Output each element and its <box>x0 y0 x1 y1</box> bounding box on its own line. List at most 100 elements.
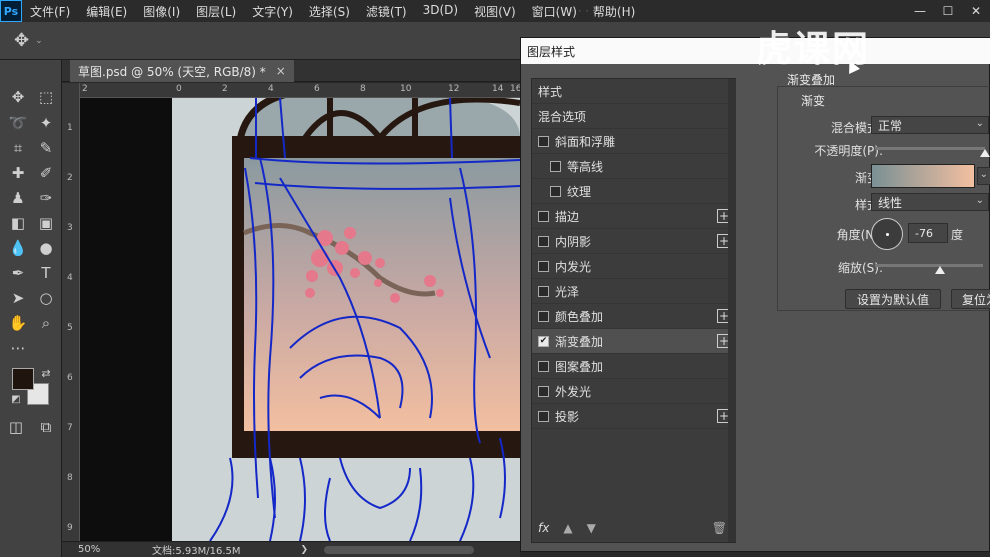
menu-item[interactable]: 图像(I) <box>135 3 188 20</box>
magic-wand-tool-icon[interactable]: ✦ <box>34 112 58 134</box>
gradient-picker-dropdown[interactable]: ⌄ <box>977 167 990 185</box>
scale-slider-thumb[interactable] <box>934 266 945 274</box>
menu-item[interactable]: 文字(Y) <box>244 3 301 20</box>
clone-stamp-tool-icon[interactable]: ♟ <box>6 187 30 209</box>
lasso-tool-icon[interactable]: ➰ <box>6 112 30 134</box>
style-item[interactable]: 内发光 <box>532 254 735 279</box>
menu-item[interactable]: 文件(F) <box>22 3 78 20</box>
maximize-button[interactable]: ☐ <box>934 0 962 22</box>
menu-item[interactable]: 滤镜(T) <box>358 3 415 20</box>
ruler-tick-label: 5 <box>67 323 73 333</box>
minimize-button[interactable]: — <box>906 0 934 22</box>
chevron-down-icon: ⌄ <box>975 118 984 129</box>
styles-header[interactable]: 样式 <box>532 79 735 104</box>
style-checkbox[interactable] <box>538 285 549 297</box>
styles-list-scrollbar[interactable] <box>728 79 736 542</box>
chevron-down-icon[interactable]: ⌄ <box>35 36 43 46</box>
style-item[interactable]: 颜色叠加 + <box>532 304 735 329</box>
style-checkbox[interactable] <box>538 385 549 397</box>
style-checkbox[interactable] <box>538 135 549 147</box>
style-item-label: 描边 <box>555 209 580 224</box>
style-checkbox[interactable] <box>538 310 549 322</box>
foreground-color-swatch[interactable] <box>12 368 34 390</box>
document-tab[interactable]: 草图.psd @ 50% (天空, RGB/8) * × <box>70 60 294 82</box>
eyedropper-tool-icon[interactable]: ✎ <box>34 137 58 159</box>
history-brush-tool-icon[interactable]: ✑ <box>34 187 58 209</box>
style-checkbox[interactable] <box>538 210 549 222</box>
brush-tool-icon[interactable]: ✐ <box>34 162 58 184</box>
menu-item[interactable]: 3D(D) <box>415 3 466 20</box>
document-canvas[interactable] <box>80 98 520 541</box>
swap-colors-icon[interactable]: ⇄ <box>34 362 58 384</box>
trash-icon[interactable]: 🗑 <box>712 521 727 535</box>
more-tools-icon[interactable]: ⋯ <box>6 337 30 359</box>
gradient-preview-swatch[interactable] <box>871 164 975 188</box>
ruler-tick-label: 2 <box>67 173 73 183</box>
horizontal-ruler: 2 0 2 4 6 8 10 12 14 16 <box>80 83 521 98</box>
angle-unit: 度 <box>951 228 964 242</box>
pen-tool-icon[interactable]: ✒ <box>6 262 30 284</box>
type-tool-icon[interactable]: T <box>34 262 58 284</box>
style-checkbox[interactable] <box>538 360 549 372</box>
zoom-level-field[interactable]: 50% <box>62 544 106 555</box>
hand-tool-icon[interactable]: ✋ <box>6 312 30 334</box>
move-tool-icon[interactable]: ✥ <box>14 30 29 51</box>
gradient-tool-icon[interactable]: ▣ <box>34 212 58 234</box>
move-up-icon[interactable]: ▲ <box>563 521 572 535</box>
close-tab-icon[interactable]: × <box>276 64 286 78</box>
status-menu-arrow-icon[interactable]: ❯ <box>301 545 309 555</box>
style-checkbox[interactable] <box>538 235 549 247</box>
zoom-tool-icon[interactable]: ⌕ <box>34 312 58 334</box>
path-selection-tool-icon[interactable]: ➤ <box>6 287 30 309</box>
style-item[interactable]: ✔ 渐变叠加 + <box>532 329 735 354</box>
style-checkbox[interactable] <box>538 410 549 422</box>
style-checkbox[interactable]: ✔ <box>538 335 549 347</box>
style-item[interactable]: 图案叠加 <box>532 354 735 379</box>
angle-input[interactable]: -76 <box>908 223 948 243</box>
style-item[interactable]: 投影 + <box>532 404 735 429</box>
make-default-button[interactable]: 设置为默认值 <box>845 289 941 309</box>
menu-item[interactable]: 编辑(E) <box>78 3 135 20</box>
move-down-icon[interactable]: ▼ <box>587 521 596 535</box>
style-item[interactable]: 等高线 <box>532 154 735 179</box>
style-checkbox[interactable] <box>538 260 549 272</box>
blending-options-item[interactable]: 混合选项 <box>532 104 735 129</box>
vertical-ruler: 1 2 3 4 5 6 7 8 9 <box>62 83 80 541</box>
menu-item[interactable]: 图层(L) <box>188 3 244 20</box>
style-item-label: 颜色叠加 <box>555 309 604 324</box>
scale-label: 缩放(S): <box>837 261 883 275</box>
style-checkbox[interactable] <box>550 185 561 197</box>
reset-to-default-button[interactable]: 复位为 <box>951 289 990 309</box>
menu-item[interactable]: 视图(V) <box>466 3 524 20</box>
opacity-slider-track[interactable] <box>875 147 985 150</box>
move-tool-icon[interactable]: ✥ <box>6 86 30 108</box>
style-item[interactable]: 内阴影 + <box>532 229 735 254</box>
gradient-style-select[interactable]: 线性 ⌄ <box>871 193 989 211</box>
style-item[interactable]: 斜面和浮雕 <box>532 129 735 154</box>
style-item[interactable]: 外发光 <box>532 379 735 404</box>
crop-tool-icon[interactable]: ⌗ <box>6 137 30 159</box>
eraser-tool-icon[interactable]: ◧ <box>6 212 30 234</box>
menu-bar: Ps 文件(F) 编辑(E) 图像(I) 图层(L) 文字(Y) 选择(S) 滤镜(T) 3D… <box>0 0 990 22</box>
style-item[interactable]: 描边 + <box>532 204 735 229</box>
marquee-tool-icon[interactable]: ⬚ <box>34 86 58 108</box>
window-frame-left <box>232 136 244 458</box>
angle-dial[interactable] <box>871 218 903 250</box>
ellipse-tool-icon[interactable]: ○ <box>34 287 58 309</box>
style-item[interactable]: 纹理 <box>532 179 735 204</box>
screen-mode-icon[interactable]: ⧉ <box>34 416 58 438</box>
fx-icon[interactable]: fx <box>538 521 549 535</box>
healing-brush-tool-icon[interactable]: ✚ <box>6 162 30 184</box>
style-item[interactable]: 光泽 <box>532 279 735 304</box>
dodge-tool-icon[interactable]: ● <box>34 237 58 259</box>
default-colors-icon[interactable]: ◩ <box>4 388 28 410</box>
opacity-slider-thumb[interactable] <box>980 149 990 157</box>
menu-item[interactable]: 选择(S) <box>301 3 358 20</box>
scale-slider-track[interactable] <box>875 264 983 267</box>
style-checkbox[interactable] <box>550 160 561 172</box>
horizontal-scrollbar[interactable] <box>324 545 475 554</box>
close-window-button[interactable]: ✕ <box>962 0 990 22</box>
blur-tool-icon[interactable]: 💧 <box>6 237 30 259</box>
blend-mode-select[interactable]: 正常 ⌄ <box>871 116 989 134</box>
quick-mask-icon[interactable]: ◫ <box>4 416 28 438</box>
